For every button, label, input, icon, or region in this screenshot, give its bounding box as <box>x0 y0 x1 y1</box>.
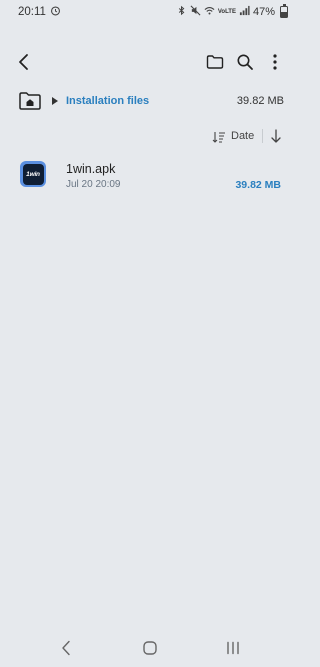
mute-icon <box>190 5 201 19</box>
apk-app-icon-text: 1win <box>22 163 44 185</box>
more-options-icon <box>273 54 277 70</box>
bluetooth-icon <box>176 5 187 19</box>
wifi-icon <box>204 5 215 19</box>
search-button[interactable] <box>233 50 257 74</box>
battery-icon <box>280 4 288 18</box>
nav-recent-apps-button[interactable] <box>224 640 242 656</box>
status-time: 20:11 <box>18 6 46 18</box>
file-date: Jul 20 20:09 <box>66 179 121 190</box>
sort-by-label[interactable]: Date <box>231 130 254 142</box>
nav-home-icon <box>143 641 157 655</box>
search-icon <box>237 54 253 70</box>
apk-app-icon: 1win <box>20 161 46 187</box>
file-list-item[interactable]: 1win 1win.apk Jul 20 20:09 39.82 MB <box>0 158 300 198</box>
path-separator-icon <box>52 97 58 105</box>
sort-divider <box>262 129 263 143</box>
signal-icon <box>239 5 250 19</box>
home-folder-icon <box>19 92 41 110</box>
sort-icon[interactable] <box>212 130 226 148</box>
status-bar: 20:11 VoLTE 47% <box>0 0 300 24</box>
sort-direction-button[interactable] <box>270 128 282 149</box>
alarm-icon <box>50 5 61 19</box>
new-folder-icon <box>206 55 224 69</box>
new-folder-button[interactable] <box>203 50 227 74</box>
battery-percent: 47% <box>252 6 275 18</box>
status-right: VoLTE 47% <box>176 4 288 19</box>
nav-recent-apps-icon <box>227 641 239 655</box>
system-navigation-bar <box>0 636 300 660</box>
back-button[interactable] <box>12 50 36 74</box>
arrow-down-icon <box>271 129 281 143</box>
toolbar <box>0 48 300 76</box>
sort-bar: Date <box>0 126 300 146</box>
back-icon <box>19 54 28 70</box>
volte-label: VoLTE <box>217 9 236 15</box>
nav-home-button[interactable] <box>141 640 159 656</box>
status-left: 20:11 <box>18 5 61 19</box>
file-name: 1win.apk <box>66 162 116 176</box>
breadcrumb-current-folder[interactable]: Installation files <box>66 95 149 107</box>
file-size: 39.82 MB <box>235 179 281 191</box>
home-folder-button[interactable] <box>18 90 42 112</box>
breadcrumb: Installation files 39.82 MB <box>0 90 300 114</box>
folder-size: 39.82 MB <box>236 95 284 107</box>
nav-back-button[interactable] <box>57 640 75 656</box>
battery-level <box>281 12 287 17</box>
nav-back-icon <box>62 640 70 656</box>
more-options-button[interactable] <box>263 50 287 74</box>
